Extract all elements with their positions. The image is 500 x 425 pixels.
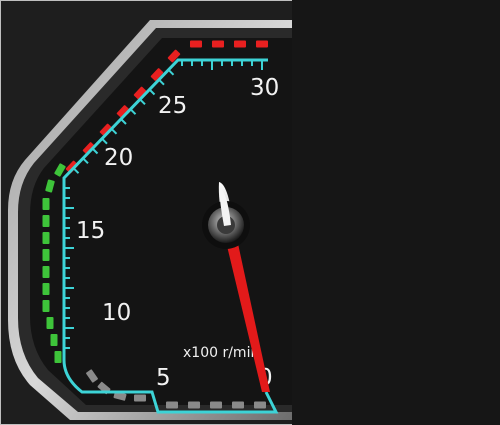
- green-segment: [42, 300, 50, 312]
- idle-segment: [210, 401, 222, 409]
- idle-segment: [134, 394, 146, 402]
- green-segment: [42, 232, 50, 244]
- scale-label-5: 5: [156, 365, 171, 391]
- idle-segment: [166, 401, 178, 409]
- redline-segment: [212, 40, 224, 48]
- redline-segment: [190, 40, 202, 48]
- redline-segment: [256, 40, 268, 48]
- green-segment: [46, 317, 54, 329]
- scale-label-10: 10: [102, 300, 131, 326]
- idle-segment: [188, 401, 200, 409]
- green-segment: [42, 249, 50, 261]
- green-segment: [42, 198, 50, 210]
- green-segment: [50, 334, 58, 346]
- scale-label-15: 15: [76, 218, 105, 244]
- tachometer-dial: 30 25 20 15 10 5 0 x100 r/min: [0, 0, 500, 425]
- tachometer-gauge: 30 25 20 15 10 5 0 x100 r/min: [0, 0, 500, 425]
- unit-label: x100 r/min: [183, 345, 259, 361]
- green-segment: [42, 266, 50, 278]
- scale-label-30: 30: [250, 75, 279, 101]
- scale-label-25: 25: [158, 93, 187, 119]
- idle-segment: [232, 401, 244, 409]
- scale-label-20: 20: [104, 145, 133, 171]
- idle-segment: [254, 401, 266, 409]
- green-segment: [42, 215, 50, 227]
- green-segment: [54, 351, 62, 363]
- right-panel: [292, 0, 500, 425]
- redline-segment: [234, 40, 246, 48]
- green-segment: [42, 283, 50, 295]
